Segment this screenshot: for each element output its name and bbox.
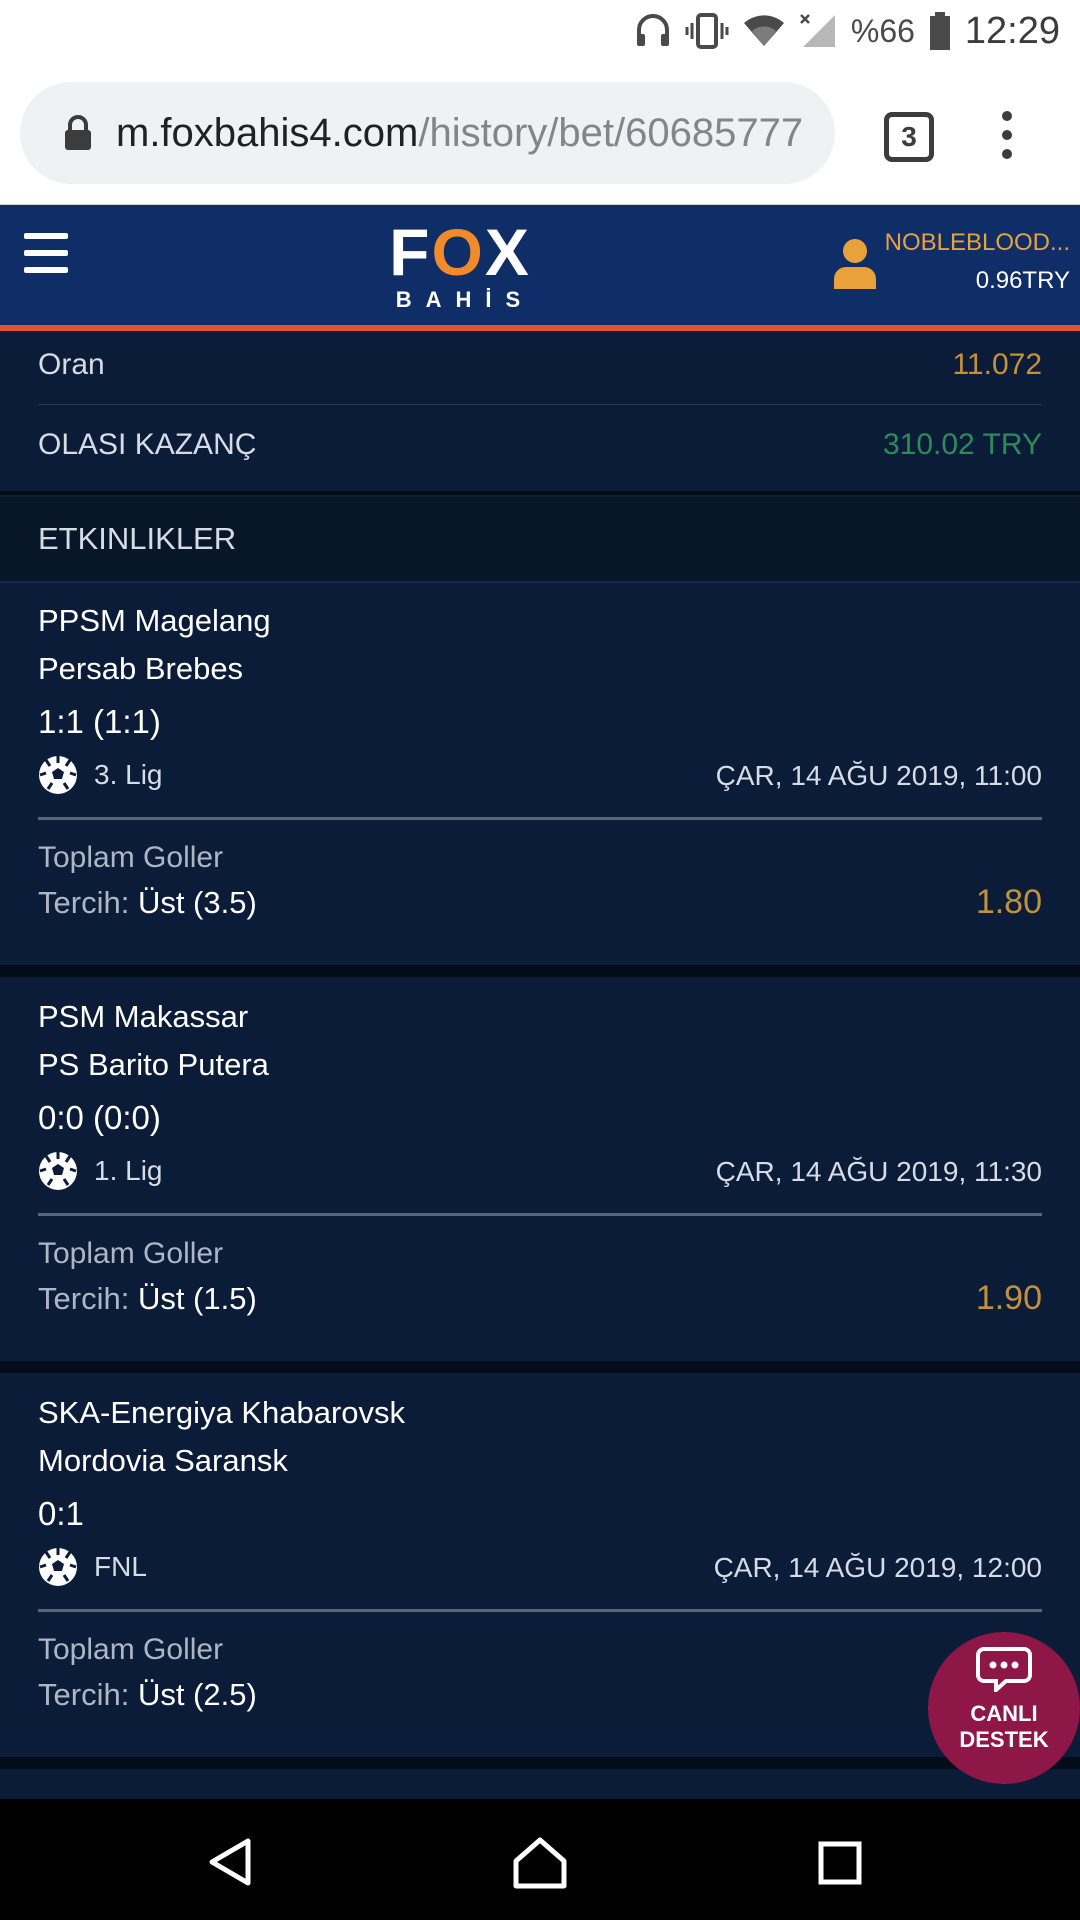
pick-value: Üst (1.5) [137, 1281, 257, 1316]
recents-icon[interactable] [818, 1841, 862, 1885]
foxbahis-logo[interactable]: FOX BAHİS [380, 219, 540, 313]
event-score: 0:0 (0:0) [38, 1099, 161, 1136]
event-pick: Tercih: Üst (2.5) [38, 1677, 257, 1713]
status-bar: %66 12:29 [0, 0, 1080, 62]
event-pick: Tercih: Üst (1.5) [38, 1281, 257, 1317]
soccer-ball-icon [39, 1152, 77, 1190]
support-line2: DESTEK [959, 1727, 1049, 1752]
event-team1: PSM Makassar [38, 999, 249, 1034]
pick-label: Tercih: [38, 1281, 130, 1316]
hamburger-menu-icon[interactable] [24, 233, 68, 277]
pick-value: Üst (3.5) [137, 885, 257, 920]
lock-icon [58, 113, 98, 153]
pick-label: Tercih: [38, 885, 130, 920]
event-team1: SKA-Energiya Khabarovsk [38, 1395, 406, 1430]
home-icon[interactable] [512, 1837, 568, 1889]
chat-bubble-icon [976, 1647, 1032, 1695]
event-card: PSM Makassar PS Barito Putera 0:0 (0:0) … [0, 979, 1080, 1361]
android-nav-bar [0, 1799, 1080, 1920]
event-team2: Persab Brebes [38, 651, 244, 686]
username: NOBLEBLOOD... [884, 229, 1070, 256]
event-date: ÇAR, 14 AĞU 2019, 11:30 [715, 1156, 1042, 1187]
app-header: FOX BAHİS NOBLEBLOOD... 0.96TRY [0, 205, 1080, 331]
headphones-icon [636, 14, 669, 46]
event-league: 3. Lig [38, 755, 163, 795]
wifi-icon [743, 15, 784, 47]
kazanc-value: 310.02 TRY [882, 428, 1042, 461]
event-separator [0, 1361, 1080, 1373]
url-path: /history/bet/60685777 [418, 110, 804, 155]
event-team2: Mordovia Saransk [38, 1443, 288, 1478]
event-card-partial [0, 1771, 1080, 1799]
tab-count: 3 [901, 121, 917, 152]
events-header: ETKINLIKLER [0, 495, 1080, 583]
event-separator [0, 965, 1080, 977]
league-name: 1. Lig [94, 1155, 163, 1186]
back-icon[interactable] [206, 1837, 254, 1887]
event-divider [38, 1609, 1042, 1612]
event-card: PPSM Magelang Persab Brebes 1:1 (1:1) 3.… [0, 583, 1080, 965]
event-date: ÇAR, 14 AĞU 2019, 12:00 [713, 1552, 1042, 1583]
user-icon[interactable] [832, 235, 878, 291]
browser-menu-icon[interactable] [992, 106, 1022, 166]
pick-label: Tercih: [38, 1677, 130, 1712]
oran-label: Oran [38, 348, 105, 381]
battery-percent: %66 [850, 12, 915, 49]
status-icons: %66 12:29 [635, 8, 1060, 54]
live-support-button[interactable]: CANLI DESTEK [928, 1632, 1080, 1784]
clock: 12:29 [964, 9, 1060, 52]
event-market: Toplam Goller [38, 1237, 224, 1270]
summary-row-kazanc: OLASI KAZANÇ 310.02 TRY [38, 405, 1042, 485]
event-league: 1. Lig [38, 1151, 163, 1191]
event-market: Toplam Goller [38, 841, 224, 874]
battery-icon [929, 12, 950, 50]
vibrate-icon [685, 13, 729, 49]
soccer-ball-icon [39, 1548, 77, 1586]
logo-main: FOX [389, 215, 531, 289]
url-host: m.foxbahis4.com [116, 110, 419, 155]
support-line1: CANLI [970, 1701, 1038, 1726]
event-team2: PS Barito Putera [38, 1047, 269, 1082]
event-separator [0, 1757, 1080, 1769]
summary-row-oran: Oran 11.072 [38, 331, 1042, 405]
user-account[interactable]: NOBLEBLOOD... 0.96TRY [885, 229, 1070, 295]
event-team1: PPSM Magelang [38, 603, 271, 638]
url-text: m.foxbahis4.com/history/bet/60685777 [116, 111, 803, 156]
kazanc-label: OLASI KAZANÇ [38, 428, 257, 461]
event-odd: 1.80 [975, 883, 1042, 921]
browser-toolbar: m.foxbahis4.com/history/bet/60685777 3 [0, 62, 1080, 205]
event-divider [38, 817, 1042, 820]
soccer-ball-icon [39, 756, 77, 794]
league-name: 3. Lig [94, 759, 163, 790]
events-header-label: ETKINLIKLER [38, 521, 237, 556]
event-odd: 1.90 [975, 1279, 1042, 1317]
address-bar[interactable]: m.foxbahis4.com/history/bet/60685777 [20, 82, 835, 184]
pick-value: Üst (2.5) [137, 1677, 257, 1712]
balance: 0.96TRY [975, 267, 1070, 294]
event-date: ÇAR, 14 AĞU 2019, 11:00 [715, 760, 1042, 791]
oran-value: 11.072 [952, 348, 1042, 381]
event-market: Toplam Goller [38, 1633, 224, 1666]
event-score: 1:1 (1:1) [38, 703, 161, 740]
event-pick: Tercih: Üst (3.5) [38, 885, 257, 921]
bet-detail-content: Oran 11.072 OLASI KAZANÇ 310.02 TRY ETKI… [0, 331, 1080, 1799]
logo-sub: BAHİS [395, 287, 535, 312]
tab-switcher-button[interactable]: 3 [884, 112, 934, 162]
league-name: FNL [94, 1551, 147, 1582]
support-label: CANLI DESTEK [928, 1701, 1080, 1753]
event-card: SKA-Energiya Khabarovsk Mordovia Saransk… [0, 1375, 1080, 1757]
signal-icon [799, 14, 835, 47]
event-divider [38, 1213, 1042, 1216]
event-league: FNL [38, 1547, 147, 1587]
event-score: 0:1 [38, 1495, 84, 1532]
